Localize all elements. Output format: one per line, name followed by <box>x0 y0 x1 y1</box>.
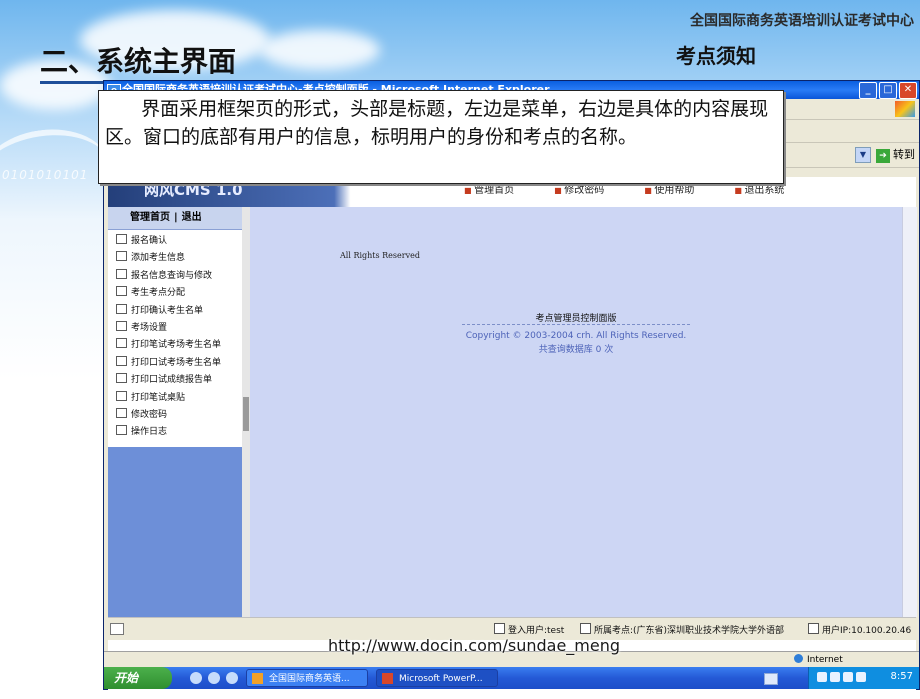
menu-item-assign-site[interactable]: 考生考点分配 <box>108 285 242 302</box>
page-icon <box>116 303 127 314</box>
left-menu-header: 管理首页 | 退出 <box>108 207 242 230</box>
page-icon <box>116 425 127 436</box>
taskbar-button-ie[interactable]: 全国国际商务英语... <box>246 669 368 687</box>
menu-item-operation-log[interactable]: 操作日志 <box>108 424 242 441</box>
page-icon <box>116 407 127 418</box>
maximize-icon[interactable]: □ <box>879 82 897 99</box>
arrow-right-icon: ➔ <box>876 149 890 163</box>
callout-text: 界面采用框架页的形式，头部是标题，左边是菜单，右边是具体的内容展现区。窗口的底部… <box>105 98 769 148</box>
media-quicklaunch-icon[interactable] <box>208 672 220 684</box>
home-link[interactable]: 管理首页 <box>130 212 170 223</box>
chevron-down-icon[interactable]: ▼ <box>855 147 871 163</box>
globe-icon <box>794 654 803 663</box>
left-menu-frame: 管理首页 | 退出 报名确认 添加考生信息 报名信息查询与修改 考生考点分配 打印确… <box>108 207 242 617</box>
menu-item-print-confirm-list[interactable]: 打印确认考生名单 <box>108 303 242 320</box>
main-content-frame: All Rights Reserved 考点管理员控制面版 Copyright … <box>250 207 902 617</box>
organization-name: 全国国际商务英语培训认证考试中心 <box>690 13 914 29</box>
window-controls: _ □ ✕ <box>859 82 917 99</box>
menu-item-add-candidate[interactable]: 添加考生信息 <box>108 250 242 267</box>
menu-item-print-desk-labels[interactable]: 打印笔试桌贴 <box>108 390 242 407</box>
network-icon[interactable] <box>817 672 827 682</box>
page-icon <box>116 251 127 262</box>
volume-icon[interactable] <box>830 672 840 682</box>
page-icon <box>116 338 127 349</box>
quick-launch <box>190 672 238 684</box>
menu-item-print-written-list[interactable]: 打印笔试考场考生名单 <box>108 337 242 354</box>
security-zone: Internet <box>794 654 843 665</box>
page-icon <box>116 268 127 279</box>
menu-item-print-oral-list[interactable]: 打印口试考场考生名单 <box>108 355 242 372</box>
watermark-url: http://www.docin.com/sundae_meng <box>328 636 621 655</box>
page-icon <box>116 320 127 331</box>
menu-item-registration-confirm[interactable]: 报名确认 <box>108 233 242 250</box>
minimize-icon[interactable]: _ <box>859 82 877 99</box>
page-icon <box>116 355 127 366</box>
query-count: 共查询数据库 0 次 <box>538 345 614 355</box>
copyright-text: Copyright © 2003-2004 crh. All Rights Re… <box>465 331 687 341</box>
callout-box: 界面采用框架页的形式，头部是标题，左边是菜单，右边是具体的内容展现区。窗口的底部… <box>98 90 784 184</box>
page-icon <box>116 373 127 384</box>
clock: 8:57 <box>890 671 913 682</box>
user-ip: 用户IP:10.100.20.46 <box>808 623 911 636</box>
powerpoint-icon <box>382 673 393 684</box>
site-icon <box>580 623 591 634</box>
vertical-scrollbar[interactable] <box>902 207 917 617</box>
cloud-decoration <box>260 30 380 70</box>
update-icon[interactable] <box>856 672 866 682</box>
exam-site: 所属考点:(广东省)深圳职业技术学院大学外语部 <box>580 623 784 636</box>
frame-icon <box>110 623 124 635</box>
slide-title: 二、系统主界面 <box>40 40 237 84</box>
ie-quicklaunch-icon[interactable] <box>190 672 202 684</box>
page-icon <box>116 390 127 401</box>
panel-title: 考点管理员控制面版 <box>535 314 617 324</box>
ip-icon <box>808 623 819 634</box>
start-button[interactable]: 开始 <box>104 667 172 689</box>
user-icon <box>494 623 505 634</box>
splitter-handle[interactable] <box>243 397 249 431</box>
taskbar: 开始 全国国际商务英语... Microsoft PowerP... 8:57 <box>104 667 919 689</box>
tray-icons <box>817 672 866 682</box>
menu-item-query-edit[interactable]: 报名信息查询与修改 <box>108 268 242 285</box>
logout-link[interactable]: 退出 <box>182 212 202 223</box>
taskbar-button-powerpoint[interactable]: Microsoft PowerP... <box>376 669 498 687</box>
menu-list: 报名确认 添加考生信息 报名信息查询与修改 考生考点分配 打印确认考生名单 考场… <box>108 230 242 447</box>
divider <box>462 324 690 325</box>
page-icon <box>116 234 127 244</box>
keyboard-icon[interactable] <box>764 673 778 685</box>
system-tray: 8:57 <box>808 667 919 689</box>
menu-item-change-password[interactable]: 修改密码 <box>108 407 242 424</box>
ie-icon <box>252 673 263 684</box>
go-button[interactable]: ➔ 转到 <box>876 146 915 163</box>
page-icon <box>116 286 127 297</box>
windows-logo-icon <box>895 101 915 117</box>
binary-decoration: 0101010101 <box>2 168 89 182</box>
menu-item-print-oral-report[interactable]: 打印口试成绩报告单 <box>108 372 242 389</box>
close-icon[interactable]: ✕ <box>899 82 917 99</box>
rights-text: All Rights Reserved <box>340 251 420 260</box>
menu-item-room-setup[interactable]: 考场设置 <box>108 320 242 337</box>
page-content: 网风CMS 1.0 管理首页 修改密码 使用帮助 退出系统 管理首页|退出 报名… <box>108 177 917 699</box>
slide-subtitle: 考点须知 <box>676 44 756 68</box>
security-icon[interactable] <box>843 672 853 682</box>
desktop-quicklaunch-icon[interactable] <box>226 672 238 684</box>
